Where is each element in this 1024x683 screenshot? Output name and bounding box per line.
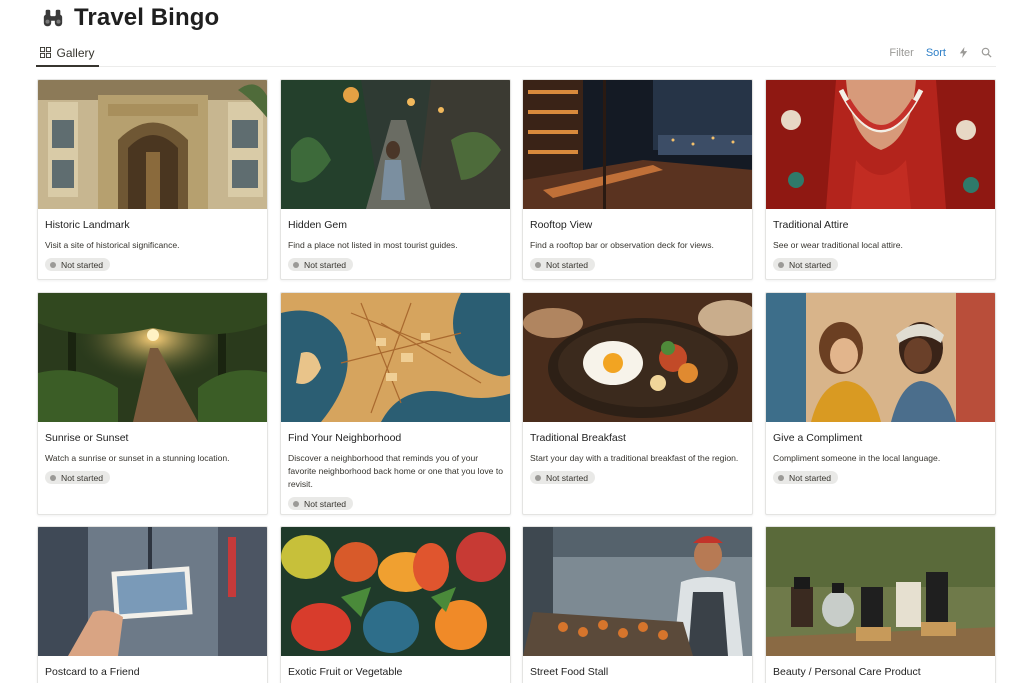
status-badge: Not started xyxy=(288,258,354,271)
card-title: Traditional Attire xyxy=(773,219,849,231)
page-header: Travel Bingo xyxy=(42,4,219,32)
tab-gallery-label: Gallery xyxy=(56,45,95,60)
status-dot-icon xyxy=(535,261,541,268)
status-dot-icon xyxy=(778,474,784,481)
status-dot-icon xyxy=(50,474,56,481)
status-dot-icon xyxy=(50,261,56,268)
lightning-icon xyxy=(959,47,968,58)
gallery-grid-icon xyxy=(40,47,52,58)
card-title: Postcard to a Friend xyxy=(45,666,140,678)
status-label: Not started xyxy=(789,259,832,270)
status-badge: Not started xyxy=(530,471,596,484)
card-title: Street Food Stall xyxy=(530,666,609,678)
gallery-card[interactable]: Find Your Neighborhood Discover a neighb… xyxy=(280,292,511,515)
automation-button[interactable] xyxy=(958,47,969,58)
card-title: Rooftop View xyxy=(530,219,593,231)
card-title: Exotic Fruit or Vegetable xyxy=(288,666,403,678)
gallery-card[interactable]: Give a Compliment Compliment someone in … xyxy=(765,292,996,515)
status-badge: Not started xyxy=(530,258,596,271)
card-cover-image xyxy=(766,527,995,656)
status-badge: Not started xyxy=(45,471,111,484)
status-label: Not started xyxy=(304,498,347,509)
card-description: Compliment someone in the local language… xyxy=(773,453,941,463)
status-label: Not started xyxy=(546,259,589,270)
card-title: Historic Landmark xyxy=(45,219,130,231)
status-badge: Not started xyxy=(288,497,354,510)
view-bar: Gallery Filter Sort xyxy=(36,40,996,67)
sort-button[interactable]: Sort xyxy=(926,47,946,59)
card-title: Give a Compliment xyxy=(773,432,863,444)
card-cover-image xyxy=(281,527,510,656)
card-cover-image xyxy=(523,80,752,209)
status-label: Not started xyxy=(304,259,347,270)
card-description: Discover a neighborhood that reminds you… xyxy=(288,453,503,489)
card-title: Traditional Breakfast xyxy=(530,432,626,444)
status-badge: Not started xyxy=(773,258,839,271)
status-label: Not started xyxy=(789,472,832,483)
gallery-card[interactable]: Historic Landmark Visit a site of histor… xyxy=(37,79,268,280)
gallery-card[interactable]: Beauty / Personal Care Product xyxy=(765,526,996,683)
view-toolbar: Filter Sort xyxy=(877,40,992,65)
card-description: See or wear traditional local attire. xyxy=(773,240,903,250)
card-description: Watch a sunrise or sunset in a stunning … xyxy=(45,453,230,463)
status-dot-icon xyxy=(535,474,541,481)
search-icon xyxy=(981,47,992,58)
gallery-card[interactable]: Rooftop View Find a rooftop bar or obser… xyxy=(522,79,753,280)
card-cover-image xyxy=(38,293,267,422)
gallery-card[interactable]: Hidden Gem Find a place not listed in mo… xyxy=(280,79,511,280)
status-label: Not started xyxy=(61,259,104,270)
gallery-card[interactable]: Exotic Fruit or Vegetable xyxy=(280,526,511,683)
card-description: Find a place not listed in most tourist … xyxy=(288,240,458,250)
card-description: Visit a site of historical significance. xyxy=(45,240,180,250)
status-badge: Not started xyxy=(45,258,111,271)
card-title: Find Your Neighborhood xyxy=(288,432,402,444)
card-title: Hidden Gem xyxy=(288,219,347,231)
status-label: Not started xyxy=(546,472,589,483)
card-cover-image xyxy=(281,80,510,209)
card-title: Sunrise or Sunset xyxy=(45,432,129,444)
card-cover-image xyxy=(38,80,267,209)
card-cover-image xyxy=(523,293,752,422)
status-badge: Not started xyxy=(773,471,839,484)
gallery-card[interactable]: Traditional Attire See or wear tradition… xyxy=(765,79,996,280)
gallery-card[interactable]: Traditional Breakfast Start your day wit… xyxy=(522,292,753,515)
gallery-card[interactable]: Postcard to a Friend xyxy=(37,526,268,683)
card-cover-image xyxy=(766,80,995,209)
page-title: Travel Bingo xyxy=(74,4,220,31)
binoculars-icon xyxy=(43,9,63,27)
card-cover-image xyxy=(38,527,267,656)
card-cover-image xyxy=(766,293,995,422)
tab-gallery[interactable]: Gallery xyxy=(36,40,99,67)
status-label: Not started xyxy=(61,472,104,483)
card-description: Start your day with a traditional breakf… xyxy=(530,453,739,463)
card-title: Beauty / Personal Care Product xyxy=(773,666,921,678)
card-cover-image xyxy=(523,527,752,656)
gallery-card[interactable]: Sunrise or Sunset Watch a sunrise or sun… xyxy=(37,292,268,515)
status-dot-icon xyxy=(293,261,299,268)
status-dot-icon xyxy=(778,261,784,268)
search-button[interactable] xyxy=(981,47,992,58)
card-cover-image xyxy=(281,293,510,422)
card-description: Find a rooftop bar or observation deck f… xyxy=(530,240,714,250)
gallery-card[interactable]: Street Food Stall xyxy=(522,526,753,683)
status-dot-icon xyxy=(293,500,299,507)
filter-button[interactable]: Filter xyxy=(889,47,913,59)
